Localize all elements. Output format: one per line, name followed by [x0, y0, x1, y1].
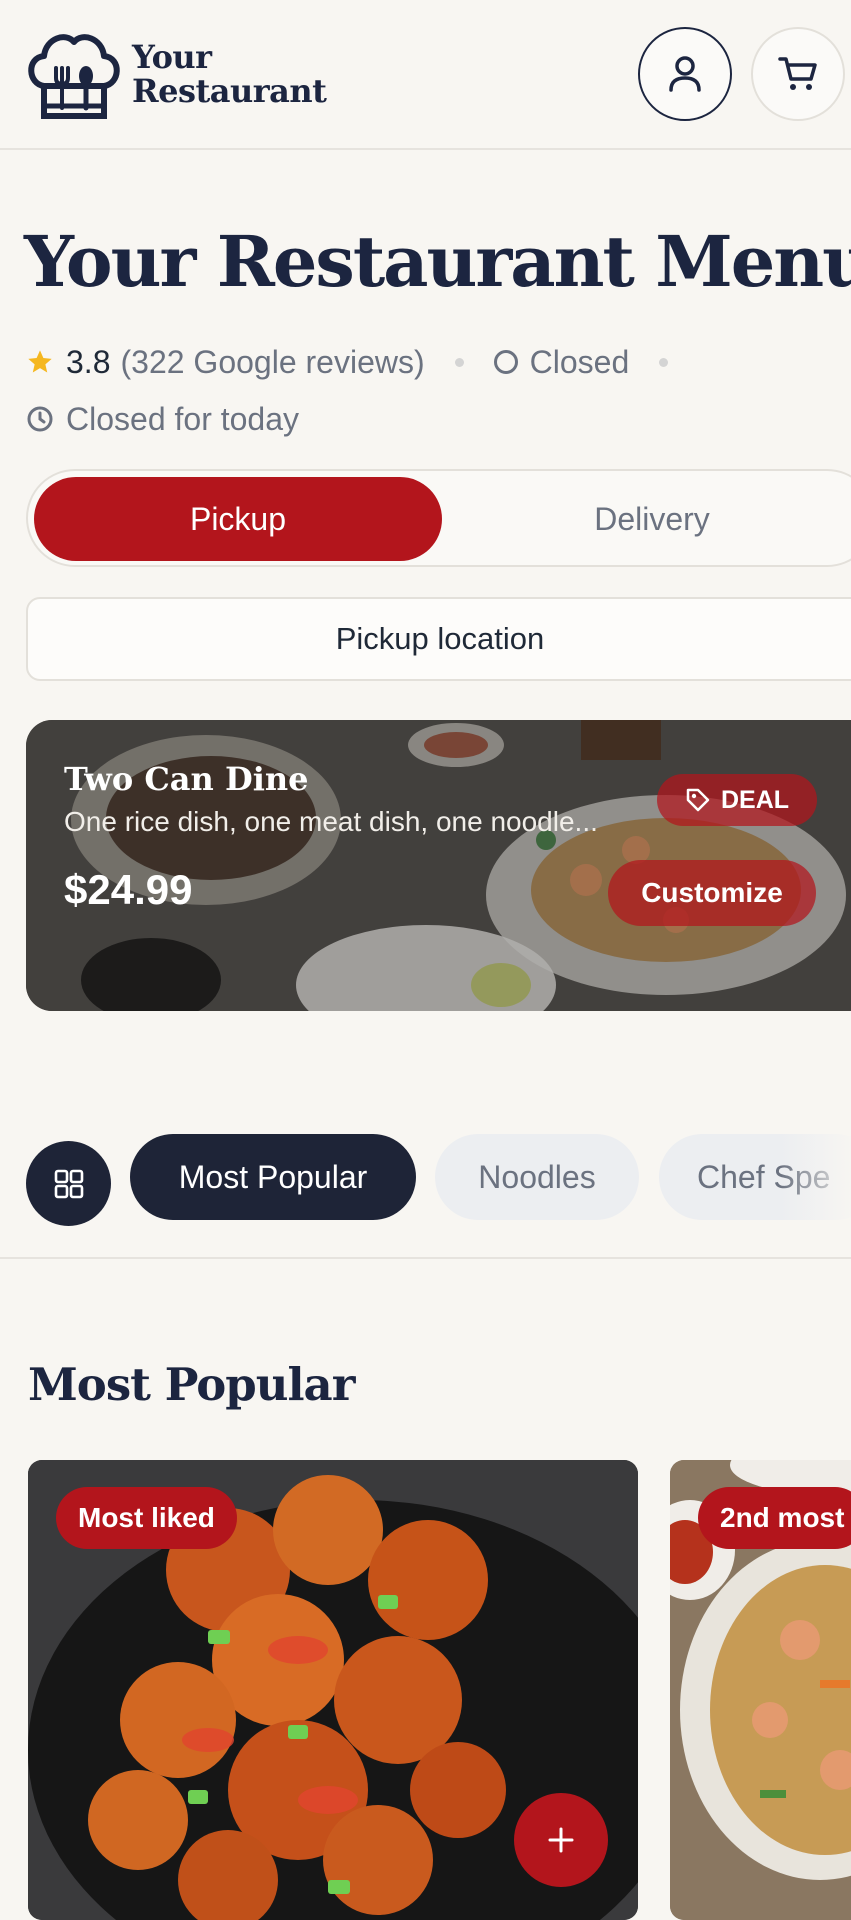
order-mode-toggle: Pickup Delivery [26, 469, 851, 567]
cart-icon [778, 57, 817, 90]
category-chip-noodles[interactable]: Noodles [435, 1134, 639, 1220]
deal-price: $24.99 [64, 866, 193, 913]
account-button[interactable] [638, 27, 732, 121]
hours-text: Closed for today [66, 400, 300, 437]
brand-name[interactable]: Your Restaurant [132, 38, 327, 110]
chip-scroll-fade [780, 1134, 851, 1220]
separator-dot [659, 357, 669, 367]
hours-row: Closed for today [26, 397, 299, 441]
deal-title: Two Can Dine [64, 760, 309, 798]
deal-badge-label: DEAL [720, 785, 790, 814]
pickup-tab[interactable]: Pickup [34, 477, 442, 561]
section-divider [0, 1257, 851, 1259]
category-grid-button[interactable] [26, 1141, 111, 1226]
delivery-tab[interactable]: Delivery [448, 477, 851, 561]
customize-button[interactable]: Customize [608, 860, 816, 926]
menu-item-card[interactable]: 2nd most [670, 1460, 851, 1920]
status-circle-icon [493, 350, 518, 374]
deal-badge: DEAL [657, 774, 817, 826]
menu-item-card[interactable]: Most liked [28, 1460, 638, 1920]
rating-value: 3.8 [66, 343, 111, 380]
tag-icon [686, 788, 710, 812]
cart-button[interactable] [751, 27, 845, 121]
deal-card[interactable]: Two Can Dine One rice dish, one meat dis… [26, 720, 851, 1011]
item-badge: Most liked [56, 1487, 237, 1549]
separator-dot [454, 357, 464, 367]
add-to-cart-button[interactable] [514, 1793, 608, 1887]
open-status: Closed [529, 343, 630, 380]
grid-icon [54, 1169, 83, 1198]
page-title: Your Restaurant Menu [24, 220, 851, 303]
star-icon [28, 350, 52, 373]
clock-icon [27, 406, 53, 432]
pickup-location-button[interactable]: Pickup location [26, 597, 851, 681]
user-icon [669, 56, 701, 92]
review-count[interactable]: (322 Google reviews) [120, 344, 424, 381]
item-badge: 2nd most [698, 1487, 851, 1549]
section-title: Most Popular [28, 1358, 355, 1411]
plus-icon [548, 1827, 574, 1853]
brand-line-2: Restaurant [132, 72, 327, 110]
app-header: Your Restaurant [0, 0, 851, 150]
brand-line-1: Your [132, 38, 212, 76]
rating-status-row: 3.8 (322 Google reviews) Closed [26, 340, 698, 384]
category-chip-most-popular[interactable]: Most Popular [130, 1134, 416, 1220]
deal-description: One rice dish, one meat dish, one noodle… [64, 806, 598, 837]
chef-hat-logo-icon[interactable] [24, 28, 124, 120]
